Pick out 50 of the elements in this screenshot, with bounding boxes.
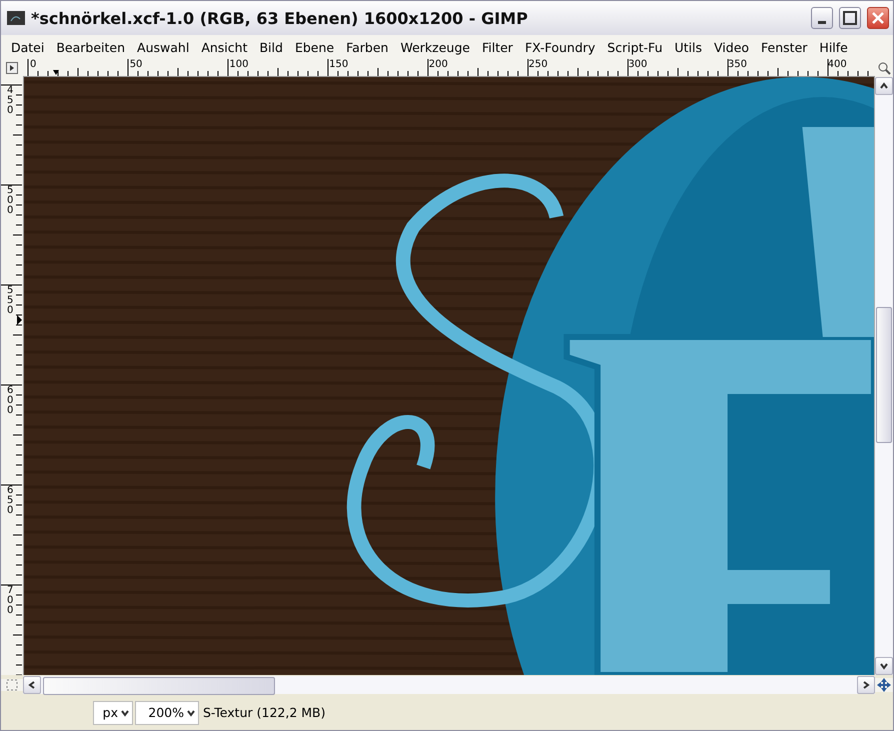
minimize-button[interactable] xyxy=(811,7,833,29)
ruler-label: 700 xyxy=(7,586,14,616)
menu-item[interactable]: Script-Fu xyxy=(601,40,668,54)
ruler-label: 50 xyxy=(130,59,142,70)
ruler-label: 450 xyxy=(7,86,14,116)
menu-item[interactable]: Ebene xyxy=(288,40,340,54)
menu-item[interactable]: FX-Foundry xyxy=(518,40,602,54)
scrollbar-thumb[interactable] xyxy=(876,307,892,443)
scroll-right-button[interactable] xyxy=(857,676,875,694)
scroll-down-button[interactable] xyxy=(875,657,893,675)
menu-item[interactable]: Auswahl xyxy=(131,40,196,54)
ruler-label: 550 xyxy=(7,286,14,316)
ruler-label: 250 xyxy=(528,59,548,70)
menu-item[interactable]: Hilfe xyxy=(813,40,854,54)
navigate-icon[interactable] xyxy=(877,678,891,692)
menu-item[interactable]: Datei xyxy=(5,40,50,54)
minimize-icon xyxy=(818,20,826,24)
menu-item[interactable]: Filter xyxy=(476,40,519,54)
app-icon xyxy=(7,11,25,25)
ruler-label: 600 xyxy=(7,386,14,416)
ruler-label: 100 xyxy=(229,59,248,70)
ruler-label: 500 xyxy=(7,186,14,216)
menu-item[interactable]: Farben xyxy=(340,40,394,54)
ruler-label: 200 xyxy=(428,59,448,70)
quick-mask-icon[interactable] xyxy=(6,679,18,691)
scroll-left-button[interactable] xyxy=(23,676,41,694)
ruler-label: 150 xyxy=(329,59,348,70)
close-button[interactable] xyxy=(867,7,889,29)
menu-item[interactable]: Utils xyxy=(668,40,708,54)
ruler-label: 650 xyxy=(7,486,14,516)
ruler-label: 400 xyxy=(828,59,847,70)
zoom-dropdown[interactable]: 200% xyxy=(135,700,199,724)
ruler-label: 300 xyxy=(628,59,648,70)
menu-item[interactable]: Fenster xyxy=(755,40,814,54)
close-icon xyxy=(872,12,884,24)
maximize-icon xyxy=(843,11,857,25)
menu-item[interactable]: Ansicht xyxy=(195,40,254,54)
menu-item[interactable]: Video xyxy=(708,40,756,54)
unit-dropdown[interactable]: px xyxy=(93,700,133,724)
status-text: S-Textur (122,2 MB) xyxy=(203,705,326,720)
menu-item[interactable]: Bild xyxy=(253,40,289,54)
menu-item[interactable]: Werkzeuge xyxy=(394,40,476,54)
maximize-button[interactable] xyxy=(839,7,861,29)
scrollbar-thumb[interactable] xyxy=(43,677,275,695)
scroll-up-button[interactable] xyxy=(875,77,893,95)
ruler-label: 0 xyxy=(30,59,36,70)
ruler-label: 350 xyxy=(728,59,747,70)
window-title: *schnörkel.xcf-1.0 (RGB, 63 Ebenen) 1600x1200 - GIMP xyxy=(31,8,529,28)
menu-item[interactable]: Bearbeiten xyxy=(50,40,132,54)
zoom-icon[interactable] xyxy=(877,61,891,75)
